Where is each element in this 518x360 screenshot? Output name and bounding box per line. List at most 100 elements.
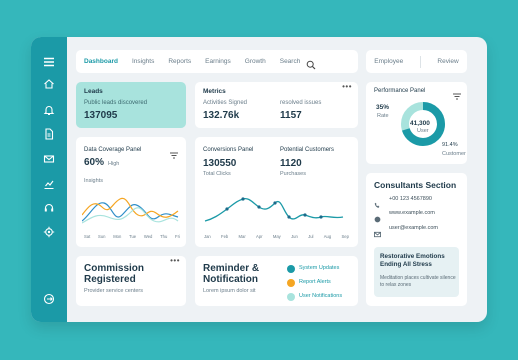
phone-text[interactable]: +00 123 4567890 xyxy=(389,196,432,202)
x-label: Mon xyxy=(113,234,122,239)
chart-point xyxy=(273,201,277,205)
metrics-card: Metrics ••• Activities Signed 132.76k re… xyxy=(195,82,358,128)
conversions-title: Conversions Panel xyxy=(203,147,254,153)
legend-label: System Updates xyxy=(299,265,340,271)
headset-icon[interactable] xyxy=(42,201,56,215)
tab-search[interactable]: Search xyxy=(280,58,301,65)
customer-label: Customer xyxy=(442,151,466,157)
chart-point xyxy=(303,213,307,217)
promo-box[interactable]: Restorative Emotions Ending All Stress M… xyxy=(374,247,459,297)
conversions-x-axis: Jan Feb Mar Apr May Jun Jul Aug Sep xyxy=(204,234,349,239)
menu-icon[interactable] xyxy=(42,55,56,69)
nav-divider xyxy=(419,55,421,68)
consultants-section: Consultants Section +00 123 4567890 www.… xyxy=(366,173,467,306)
filter-icon[interactable] xyxy=(453,87,461,105)
activities-label: Activities Signed xyxy=(203,100,248,106)
conversions-panel: Conversions Panel 130550 Total Clicks Po… xyxy=(195,137,358,247)
x-label: Aug xyxy=(323,234,332,239)
x-label: Wed xyxy=(143,234,153,239)
clicks-label: Total Clicks xyxy=(203,171,231,177)
coverage-x-axis: Sat Sun Mon Tue Wed Thu Fri xyxy=(84,234,180,239)
x-label: Feb xyxy=(221,234,229,239)
rate-pct: 35% xyxy=(376,104,390,111)
reminder-card: Reminder & Notification Lorem ipsum dolo… xyxy=(195,256,358,306)
chart-point xyxy=(257,205,261,209)
reminder-title: Reminder & Notification xyxy=(203,263,260,285)
coverage-pct-label: High xyxy=(108,161,120,167)
chart-point xyxy=(241,197,245,201)
tab-earnings[interactable]: Earnings xyxy=(205,58,231,65)
donut-center-label: User xyxy=(417,128,429,134)
tab-review[interactable]: Review xyxy=(437,58,458,65)
purchases-label: Purchases xyxy=(280,171,306,177)
x-label: Sat xyxy=(84,234,91,239)
legend-dot xyxy=(287,279,295,287)
document-icon[interactable] xyxy=(42,127,56,141)
leads-card[interactable]: Leads Public leads discovered 137095 xyxy=(76,82,186,128)
leads-value: 137095 xyxy=(84,110,118,121)
customer-pct: 91.4% xyxy=(442,142,458,148)
legend-label: User Notifications xyxy=(299,293,343,299)
x-label: Jul xyxy=(308,234,314,239)
tab-dashboard[interactable]: Dashboard xyxy=(84,58,118,65)
performance-title: Performance Panel xyxy=(374,88,426,94)
conversions-line-chart xyxy=(204,197,344,222)
chart-point xyxy=(287,215,291,219)
x-label: Jun xyxy=(291,234,298,239)
gear-icon[interactable] xyxy=(42,225,56,239)
search-icon[interactable] xyxy=(306,57,316,69)
x-label: Tue xyxy=(129,234,137,239)
insights-series-3 xyxy=(82,207,179,224)
top-nav-secondary: Employee Review xyxy=(366,50,467,73)
consultants-title: Consultants Section xyxy=(374,180,457,190)
purchases-value: 1120 xyxy=(280,158,302,169)
mail-icon xyxy=(374,225,381,243)
more-icon[interactable]: ••• xyxy=(170,256,180,265)
x-label: May xyxy=(272,234,281,239)
donut-center-value: 41,300 xyxy=(410,120,430,127)
coverage-pct: 60% xyxy=(84,157,105,168)
commission-title: Commission Registered xyxy=(84,263,145,285)
tab-insights[interactable]: Insights xyxy=(132,58,154,65)
x-label: Sep xyxy=(341,234,349,239)
leads-subtitle: Public leads discovered xyxy=(84,100,148,106)
insights-label: Insights xyxy=(84,178,103,184)
reminder-subtitle: Lorem ipsum dolor sit xyxy=(203,288,256,294)
resolved-value: 1157 xyxy=(280,110,302,121)
promo-text: Meditation places cultivate silence to r… xyxy=(380,275,456,288)
commission-card: Commission Registered ••• Provider servi… xyxy=(76,256,186,306)
home-icon[interactable] xyxy=(42,77,56,91)
legend-dot xyxy=(287,293,295,301)
filter-icon[interactable] xyxy=(170,146,178,164)
analytics-icon[interactable] xyxy=(42,177,56,191)
email-link[interactable]: user@example.com xyxy=(389,225,438,231)
potential-title: Potential Customers xyxy=(280,147,335,153)
app-window: Dashboard Insights Reports Earnings Grow… xyxy=(31,37,487,322)
rate-label: Rate xyxy=(377,113,389,119)
logout-icon[interactable] xyxy=(42,292,56,306)
coverage-panel: Data Coverage Panel 60% High Insights Sa… xyxy=(76,137,186,247)
sidebar xyxy=(31,37,67,322)
clicks-value: 130550 xyxy=(203,158,237,169)
tab-reports[interactable]: Reports xyxy=(168,58,191,65)
insights-line-chart xyxy=(82,197,179,224)
x-label: Jan xyxy=(204,234,211,239)
chart-point xyxy=(225,207,229,211)
chart-point xyxy=(319,215,323,219)
x-label: Apr xyxy=(256,234,263,239)
mail-icon[interactable] xyxy=(42,152,56,166)
promo-title: Restorative Emotions Ending All Stress xyxy=(380,253,445,268)
tab-employee[interactable]: Employee xyxy=(374,58,403,65)
website-link[interactable]: www.example.com xyxy=(389,210,435,216)
x-label: Sun xyxy=(98,234,106,239)
tab-growth[interactable]: Growth xyxy=(245,58,266,65)
legend-label: Report Alerts xyxy=(299,279,331,285)
x-label: Mar xyxy=(238,234,246,239)
x-label: Thu xyxy=(160,234,168,239)
activities-value: 132.76k xyxy=(203,110,240,121)
coverage-title: Data Coverage Panel xyxy=(84,147,142,153)
commission-subtitle: Provider service centers xyxy=(84,288,143,294)
more-icon[interactable]: ••• xyxy=(342,82,352,91)
top-nav: Dashboard Insights Reports Earnings Grow… xyxy=(76,50,358,73)
bell-icon[interactable] xyxy=(42,103,56,117)
